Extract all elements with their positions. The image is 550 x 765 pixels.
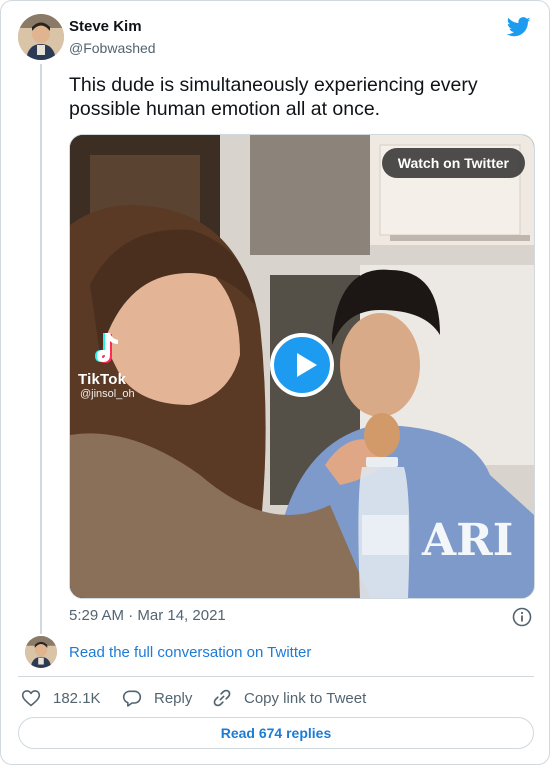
info-icon[interactable] [512,607,532,627]
like-button[interactable]: 182.1K [21,687,101,709]
tiktok-brand: TikTok [78,371,127,388]
read-conversation-link[interactable]: Read the full conversation on Twitter [69,644,311,661]
heart-icon [21,690,41,707]
read-replies-button[interactable]: Read 674 replies [18,717,534,749]
reply-button[interactable]: Reply [122,687,192,709]
play-icon [297,353,317,377]
tweet-text: This dude is simultaneously experiencing… [69,74,478,120]
tiktok-logo-icon [95,333,118,363]
author-avatar[interactable] [18,14,64,60]
tweet-timestamp[interactable]: 5:29 AM · Mar 14, 2021 [69,607,226,624]
tiktok-username: @jinsol_oh [80,388,135,400]
thread-line [40,64,42,634]
link-icon [213,689,231,707]
watch-on-twitter-button[interactable]: Watch on Twitter [381,148,525,178]
author-avatar-small[interactable] [25,636,57,668]
copy-link-label: Copy link to Tweet [244,689,367,707]
svg-text:ARI: ARI [421,515,513,566]
like-count: 182.1K [53,689,101,707]
author-name[interactable]: Steve Kim [69,18,142,35]
twitter-bird-icon[interactable] [507,17,531,37]
reply-bubble-icon [122,690,142,707]
author-handle[interactable]: @Fobwashed [69,40,156,56]
copy-link-button[interactable]: Copy link to Tweet [212,687,366,709]
tweet-card: Steve Kim @Fobwashed This dude is simult… [0,0,550,765]
divider [18,676,534,677]
video-media[interactable]: ARI Watch on Twitter TikTok @jinsol_oh [69,134,535,599]
reply-label: Reply [154,689,193,707]
play-button[interactable] [270,333,334,397]
